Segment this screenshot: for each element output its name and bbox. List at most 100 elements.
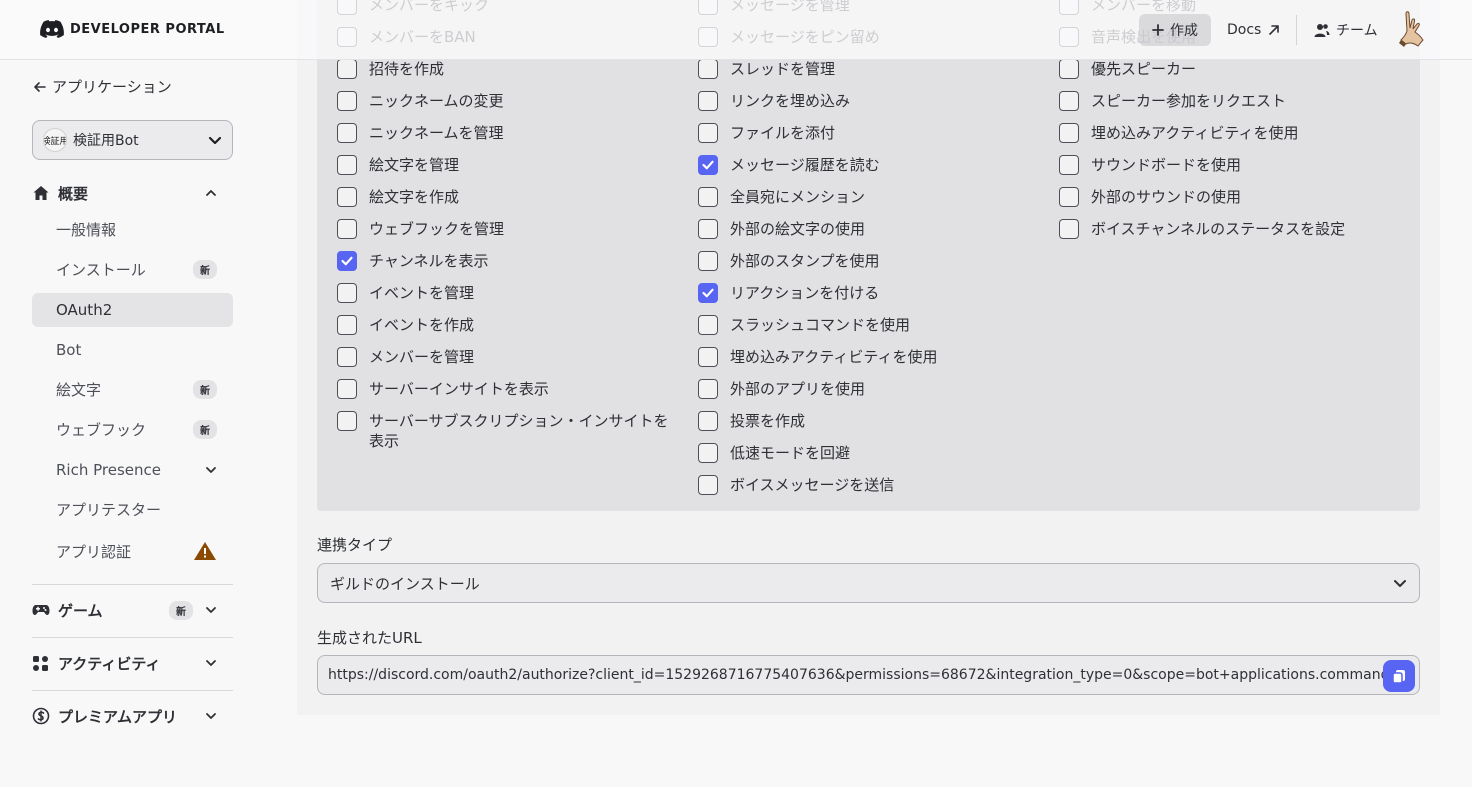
- permission-checkbox-item[interactable]: サウンドボードを使用: [1059, 155, 1399, 175]
- team-button[interactable]: チーム: [1314, 14, 1378, 46]
- section-games[interactable]: ゲーム 新: [32, 594, 233, 626]
- section-premium-apps[interactable]: プレミアムアプリ: [32, 700, 233, 732]
- permission-checkbox-item[interactable]: 低速モードを回避: [698, 443, 1038, 463]
- generated-url-field[interactable]: https://discord.com/oauth2/authorize?cli…: [317, 655, 1420, 695]
- permission-checkbox[interactable]: [337, 347, 357, 367]
- permission-checkbox[interactable]: [698, 187, 718, 207]
- permission-checkbox-item[interactable]: スレッドを管理: [698, 59, 1038, 79]
- permission-checkbox[interactable]: [337, 155, 357, 175]
- nav-item-app-testers[interactable]: アプリテスター: [32, 492, 233, 526]
- permission-label: イベントを管理: [369, 284, 475, 302]
- section-overview-label: 概要: [58, 184, 89, 203]
- permission-checkbox-item[interactable]: イベントを管理: [337, 283, 677, 303]
- permission-checkbox[interactable]: [698, 123, 718, 143]
- create-button[interactable]: 作成: [1139, 14, 1211, 46]
- permission-checkbox-item[interactable]: ニックネームの変更: [337, 91, 677, 111]
- permission-checkbox-item[interactable]: ウェブフックを管理: [337, 219, 677, 239]
- chevron-down-icon: [206, 467, 216, 473]
- permission-checkbox-item[interactable]: リンクを埋め込み: [698, 91, 1038, 111]
- external-link-icon: [1269, 25, 1280, 35]
- nav-item-bot[interactable]: Bot: [32, 333, 233, 367]
- permission-checkbox-item[interactable]: 招待を作成: [337, 59, 677, 79]
- docs-link[interactable]: Docs: [1227, 14, 1281, 46]
- back-to-applications-link[interactable]: アプリケーション: [32, 76, 172, 97]
- permission-checkbox-item[interactable]: リアクションを付ける: [698, 283, 1038, 303]
- permission-checkbox[interactable]: [337, 315, 357, 335]
- permission-checkbox[interactable]: [1059, 59, 1079, 79]
- permission-checkbox[interactable]: [698, 91, 718, 111]
- permission-checkbox[interactable]: [1059, 155, 1079, 175]
- permission-checkbox[interactable]: [337, 219, 357, 239]
- permission-checkbox[interactable]: [698, 347, 718, 367]
- generated-url-value: https://discord.com/oauth2/authorize?cli…: [328, 667, 1397, 683]
- new-badge: 新: [193, 259, 217, 279]
- permission-checkbox-item[interactable]: 埋め込みアクティビティを使用: [698, 347, 1038, 367]
- permission-checkbox-item[interactable]: 絵文字を作成: [337, 187, 677, 207]
- nav-item-emoji[interactable]: 絵文字 新: [32, 372, 233, 406]
- permission-checkbox[interactable]: [698, 155, 718, 175]
- permission-checkbox[interactable]: [337, 283, 357, 303]
- permission-checkbox[interactable]: [698, 59, 718, 79]
- permission-checkbox-item[interactable]: ボイスチャンネルのステータスを設定: [1059, 219, 1399, 239]
- integration-type-select[interactable]: ギルドのインストール: [317, 563, 1420, 603]
- permission-checkbox[interactable]: [698, 251, 718, 271]
- permission-checkbox[interactable]: [337, 123, 357, 143]
- nav-item-rich-presence[interactable]: Rich Presence: [32, 453, 233, 487]
- permission-checkbox[interactable]: [337, 251, 357, 271]
- permission-checkbox-item[interactable]: 外部のスタンプを使用: [698, 251, 1038, 271]
- permission-checkbox-item[interactable]: 埋め込みアクティビティを使用: [1059, 123, 1399, 143]
- chevron-down-icon: [206, 607, 216, 613]
- permission-checkbox-item[interactable]: 優先スピーカー: [1059, 59, 1399, 79]
- section-activities[interactable]: アクティビティ: [32, 647, 233, 679]
- permission-checkbox[interactable]: [337, 187, 357, 207]
- permission-checkbox-item[interactable]: ボイスメッセージを送信: [698, 475, 1038, 495]
- permission-checkbox[interactable]: [698, 443, 718, 463]
- permission-checkbox-item[interactable]: 外部のアプリを使用: [698, 379, 1038, 399]
- nav-item-oauth2[interactable]: OAuth2: [32, 293, 233, 327]
- copy-url-button[interactable]: [1383, 660, 1415, 692]
- section-games-label: ゲーム: [58, 601, 103, 620]
- permission-checkbox-item[interactable]: ファイルを添付: [698, 123, 1038, 143]
- nav-item-general-info[interactable]: 一般情報: [32, 212, 233, 246]
- application-select[interactable]: 検証用 検証用Bot: [32, 120, 233, 160]
- permission-checkbox-item[interactable]: メンバーを管理: [337, 347, 677, 367]
- permission-checkbox[interactable]: [698, 315, 718, 335]
- permission-checkbox-item[interactable]: スピーカー参加をリクエスト: [1059, 91, 1399, 111]
- developer-portal-logo[interactable]: DEVELOPER PORTAL: [40, 20, 225, 38]
- permission-checkbox[interactable]: [1059, 187, 1079, 207]
- permission-checkbox-item[interactable]: サーバーサブスクリプション・インサイトを表示: [337, 411, 677, 451]
- permission-checkbox-item[interactable]: 外部の絵文字の使用: [698, 219, 1038, 239]
- permission-checkbox-item[interactable]: スラッシュコマンドを使用: [698, 315, 1038, 335]
- permission-checkbox-item[interactable]: 絵文字を管理: [337, 155, 677, 175]
- section-overview[interactable]: 概要: [32, 177, 233, 209]
- permission-checkbox[interactable]: [337, 59, 357, 79]
- checkmark-icon: [702, 160, 714, 170]
- permission-label: 絵文字を管理: [369, 156, 460, 174]
- nav-item-webhooks[interactable]: ウェブフック 新: [32, 412, 233, 446]
- permission-checkbox-item[interactable]: 投票を作成: [698, 411, 1038, 431]
- nav-item-app-verification[interactable]: アプリ認証: [32, 534, 233, 568]
- permission-checkbox-item[interactable]: チャンネルを表示: [337, 251, 677, 271]
- permission-checkbox[interactable]: [1059, 123, 1079, 143]
- permission-checkbox-item[interactable]: メッセージ履歴を読む: [698, 155, 1038, 175]
- permission-checkbox[interactable]: [1059, 219, 1079, 239]
- section-activities-label: アクティビティ: [58, 654, 161, 673]
- permission-checkbox-item[interactable]: イベントを作成: [337, 315, 677, 335]
- permission-checkbox[interactable]: [337, 411, 357, 431]
- permission-checkbox-item[interactable]: サーバーインサイトを表示: [337, 379, 677, 399]
- permission-checkbox[interactable]: [337, 91, 357, 111]
- permission-checkbox[interactable]: [698, 283, 718, 303]
- user-avatar[interactable]: [1396, 10, 1428, 48]
- permission-checkbox[interactable]: [698, 475, 718, 495]
- permission-checkbox[interactable]: [698, 379, 718, 399]
- permission-checkbox-item[interactable]: ニックネームを管理: [337, 123, 677, 143]
- permission-label: 優先スピーカー: [1091, 60, 1197, 78]
- permission-label: メッセージ履歴を読む: [730, 156, 880, 174]
- permission-checkbox[interactable]: [337, 379, 357, 399]
- permission-checkbox[interactable]: [698, 411, 718, 431]
- permission-checkbox-item[interactable]: 全員宛にメンション: [698, 187, 1038, 207]
- permission-checkbox-item[interactable]: 外部のサウンドの使用: [1059, 187, 1399, 207]
- permission-checkbox[interactable]: [698, 219, 718, 239]
- permission-checkbox[interactable]: [1059, 91, 1079, 111]
- nav-item-installation[interactable]: インストール 新: [32, 252, 233, 286]
